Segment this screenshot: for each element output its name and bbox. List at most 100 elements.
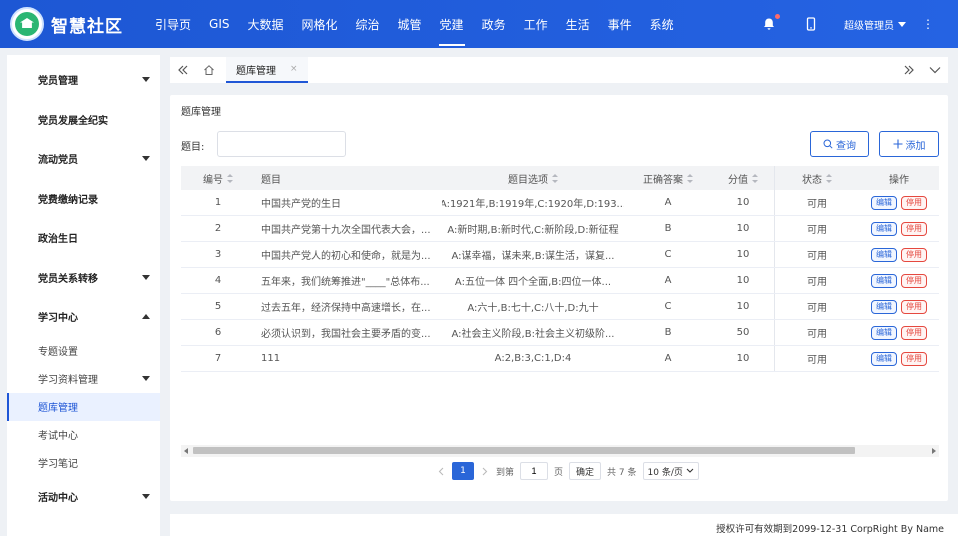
- sidebar-item-label: 考试中心: [38, 431, 78, 442]
- edit-button[interactable]: 编辑: [871, 247, 897, 262]
- header-right: 超级管理员 ⋮: [762, 0, 958, 48]
- scrollbar-thumb[interactable]: [193, 447, 855, 454]
- cell-answer: B: [664, 223, 672, 234]
- cell-ops: 编辑 停用: [859, 268, 939, 293]
- disable-button[interactable]: 停用: [901, 351, 927, 366]
- edit-button[interactable]: 编辑: [871, 221, 897, 236]
- nav-item-events[interactable]: 事件: [599, 0, 641, 48]
- cell-status: 可用: [774, 242, 859, 267]
- sidebar-item-exam-center[interactable]: 考试中心: [7, 421, 160, 449]
- sidebar-item-study-notes[interactable]: 学习笔记: [7, 449, 160, 477]
- edit-button[interactable]: 编辑: [871, 325, 897, 340]
- page-unit-label: 页: [554, 467, 564, 478]
- disable-button[interactable]: 停用: [901, 325, 927, 340]
- nav-item-urban[interactable]: 城管: [389, 0, 431, 48]
- edit-button[interactable]: 编辑: [871, 299, 897, 314]
- logo[interactable]: 智慧社区: [10, 7, 140, 41]
- header-options[interactable]: 题目选项: [442, 166, 624, 190]
- sidebar-item-label: 党员发展全纪实: [38, 115, 108, 127]
- chevron-down-icon[interactable]: [922, 57, 948, 83]
- sidebar-item-party-member[interactable]: 党员管理: [7, 60, 160, 100]
- prev-page-icon[interactable]: [436, 461, 446, 481]
- cell-score: 10: [736, 275, 750, 286]
- table-row: 1 中国共产党的生日 A:1921年,B:1919年,C:1920年,D:193…: [181, 190, 939, 216]
- cell-title: 五年来，我们统筹推进"____"总体布...: [261, 277, 430, 288]
- page-size-select[interactable]: 10 条/页: [642, 462, 699, 480]
- cell-score: 10: [736, 301, 750, 312]
- header-answer[interactable]: 正确答案: [624, 166, 712, 190]
- sidebar-item-relation-transfer[interactable]: 党员关系转移: [7, 258, 160, 298]
- nav-item-grid[interactable]: 网格化: [293, 0, 347, 48]
- sidebar-item-label: 专题设置: [38, 347, 78, 358]
- nav-item-bigdata[interactable]: 大数据: [238, 0, 292, 48]
- disable-button[interactable]: 停用: [901, 273, 927, 288]
- sort-icon[interactable]: [552, 173, 558, 183]
- cell-no: 4: [214, 275, 222, 286]
- sidebar-item-member-development[interactable]: 党员发展全纪实: [7, 100, 160, 140]
- table-row: 6 必须认识到，我国社会主要矛盾的变... A:社会主义阶段,B:社会主义初级阶…: [181, 320, 939, 346]
- sidebar-item-dues-records[interactable]: 党费缴纳记录: [7, 179, 160, 219]
- tab-question-bank[interactable]: 题库管理 ×: [226, 57, 308, 83]
- sidebar-item-learning-center[interactable]: 学习中心: [7, 297, 160, 337]
- cell-answer: C: [664, 301, 672, 312]
- disable-button[interactable]: 停用: [901, 299, 927, 314]
- nav-item-work[interactable]: 工作: [515, 0, 557, 48]
- sort-icon[interactable]: [752, 173, 758, 183]
- nav-item-affairs[interactable]: 政务: [473, 0, 515, 48]
- sidebar-item-topic-settings[interactable]: 专题设置: [7, 337, 160, 365]
- header-no-label: 编号: [203, 174, 223, 186]
- edit-button[interactable]: 编辑: [871, 351, 897, 366]
- nav-item-guide[interactable]: 引导页: [146, 0, 200, 48]
- sort-icon[interactable]: [826, 173, 832, 183]
- edit-button[interactable]: 编辑: [871, 195, 897, 210]
- sidebar-item-materials[interactable]: 学习资料管理: [7, 365, 160, 393]
- double-chevron-left-icon[interactable]: [170, 57, 196, 83]
- cell-score: 10: [736, 223, 750, 234]
- cell-options: A:五位一体 四个全面,B:四位一体...: [454, 277, 612, 288]
- query-button-label: 查询: [836, 140, 856, 152]
- edit-button[interactable]: 编辑: [871, 273, 897, 288]
- nav-item-party[interactable]: 党建: [431, 0, 473, 48]
- goto-page-input[interactable]: [520, 462, 549, 480]
- more-vertical-icon[interactable]: ⋮: [922, 18, 934, 30]
- sort-icon[interactable]: [687, 173, 693, 183]
- header-no[interactable]: 编号: [181, 166, 255, 190]
- header-status[interactable]: 状态: [774, 166, 859, 190]
- nav-item-life[interactable]: 生活: [557, 0, 599, 48]
- close-icon[interactable]: ×: [290, 64, 298, 74]
- cell-options: A:新时期,B:新时代,C:新阶段,D:新征程: [447, 225, 619, 236]
- add-button[interactable]: 添加: [879, 131, 939, 157]
- scroll-left-icon[interactable]: [184, 448, 188, 454]
- header-score[interactable]: 分值: [712, 166, 774, 190]
- question-search-input[interactable]: [217, 131, 346, 157]
- caret-down-icon: [142, 274, 150, 280]
- nav-item-system[interactable]: 系统: [641, 0, 683, 48]
- home-icon[interactable]: [196, 57, 222, 83]
- bell-icon[interactable]: [762, 14, 780, 31]
- double-chevron-right-icon[interactable]: [896, 57, 922, 83]
- horizontal-scrollbar[interactable]: [181, 445, 939, 457]
- sidebar-item-mobile-members[interactable]: 流动党员: [7, 139, 160, 179]
- sidebar-item-political-birthday[interactable]: 政治生日: [7, 218, 160, 258]
- nav-item-gis[interactable]: GIS: [200, 0, 238, 48]
- sidebar-item-question-bank[interactable]: 题库管理: [7, 392, 160, 421]
- header-status-label: 状态: [802, 174, 822, 186]
- search-label: 题目:: [181, 142, 205, 153]
- disable-button[interactable]: 停用: [901, 221, 927, 236]
- goto-confirm-button[interactable]: 确定: [569, 462, 602, 480]
- top-header: 智慧社区 引导页 GIS 大数据 网格化 综治 城管 党建 政务 工作 生活 事…: [0, 0, 958, 48]
- sidebar-item-activity-center[interactable]: 活动中心: [7, 477, 160, 517]
- nav-item-governance[interactable]: 综治: [347, 0, 389, 48]
- cell-answer: B: [664, 327, 672, 338]
- sort-icon[interactable]: [227, 173, 233, 183]
- cell-options: A:社会主义阶段,B:社会主义初级阶...: [451, 329, 615, 340]
- query-button[interactable]: 查询: [810, 131, 869, 157]
- next-page-icon[interactable]: [480, 461, 490, 481]
- page-number-current[interactable]: 1: [452, 462, 474, 480]
- user-menu[interactable]: 超级管理员: [844, 17, 906, 32]
- cell-status: 可用: [774, 320, 859, 345]
- mobile-icon[interactable]: [804, 17, 818, 31]
- disable-button[interactable]: 停用: [901, 247, 927, 262]
- disable-button[interactable]: 停用: [901, 195, 927, 210]
- scroll-right-icon[interactable]: [932, 448, 936, 454]
